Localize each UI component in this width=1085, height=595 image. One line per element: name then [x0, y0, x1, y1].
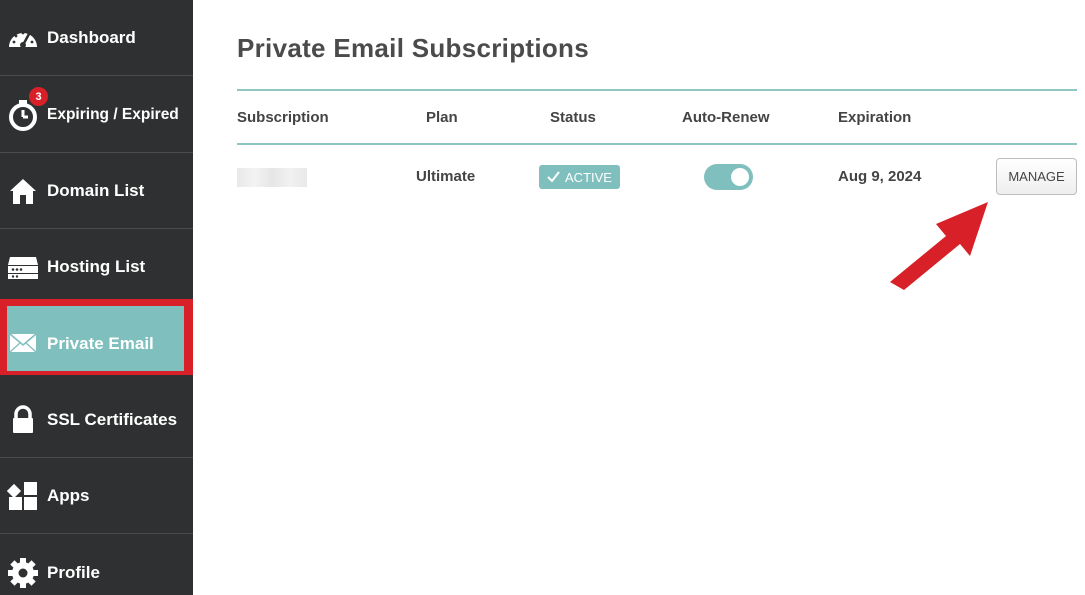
sidebar-item-label: Profile [47, 563, 100, 582]
sidebar-item-profile[interactable]: Profile [0, 535, 193, 595]
column-header-subscription[interactable]: Subscription [237, 109, 329, 126]
expiration-cell: Aug 9, 2024 [838, 168, 922, 185]
speedometer-icon [6, 21, 40, 55]
checkmark-icon [547, 170, 560, 185]
sidebar-item-hosting-list[interactable]: Hosting List [0, 229, 193, 305]
table-header-divider [237, 143, 1077, 145]
manage-button[interactable]: MANAGE [996, 158, 1077, 195]
gear-icon [6, 556, 40, 590]
sidebar-item-label: Dashboard [47, 27, 136, 47]
sidebar-item-label: Domain List [47, 180, 145, 200]
sidebar-item-label: Apps [47, 485, 90, 505]
column-header-status[interactable]: Status [550, 109, 596, 126]
lock-icon [6, 403, 40, 437]
column-header-auto-renew[interactable]: Auto-Renew [682, 109, 770, 126]
status-text: ACTIVE [565, 169, 612, 185]
table-top-divider [237, 89, 1077, 91]
sidebar-item-label: SSL Certificates [47, 409, 178, 429]
notification-badge: 3 [27, 85, 50, 108]
sidebar-item-dashboard[interactable]: Dashboard [0, 0, 193, 76]
toggle-knob [731, 168, 749, 186]
home-icon [6, 174, 40, 208]
sidebar-item-apps[interactable]: Apps [0, 458, 193, 534]
status-badge: ACTIVE [539, 165, 620, 189]
sidebar-item-domain-list[interactable]: Domain List [0, 153, 193, 229]
server-icon [6, 250, 40, 284]
auto-renew-toggle[interactable] [704, 164, 753, 190]
envelope-icon [6, 326, 40, 360]
column-header-expiration[interactable]: Expiration [838, 109, 911, 126]
sidebar-item-private-email[interactable]: Private Email [0, 299, 193, 375]
apps-icon [6, 479, 40, 513]
sidebar-item-label: Private Email [47, 334, 154, 353]
column-header-plan[interactable]: Plan [426, 109, 458, 126]
sidebar-item-label: Hosting List [47, 256, 146, 276]
plan-cell: Ultimate [416, 168, 476, 185]
page-title: Private Email Subscriptions [237, 33, 589, 63]
sidebar-item-ssl-certificates[interactable]: SSL Certificates [0, 382, 193, 458]
sidebar-item-label: Expiring / Expired [47, 105, 179, 123]
red-arrow-annotation [890, 202, 988, 290]
subscription-name-redacted [237, 168, 307, 187]
sidebar: Dashboard Expiring / Expired 3 Domain Li… [0, 0, 193, 595]
